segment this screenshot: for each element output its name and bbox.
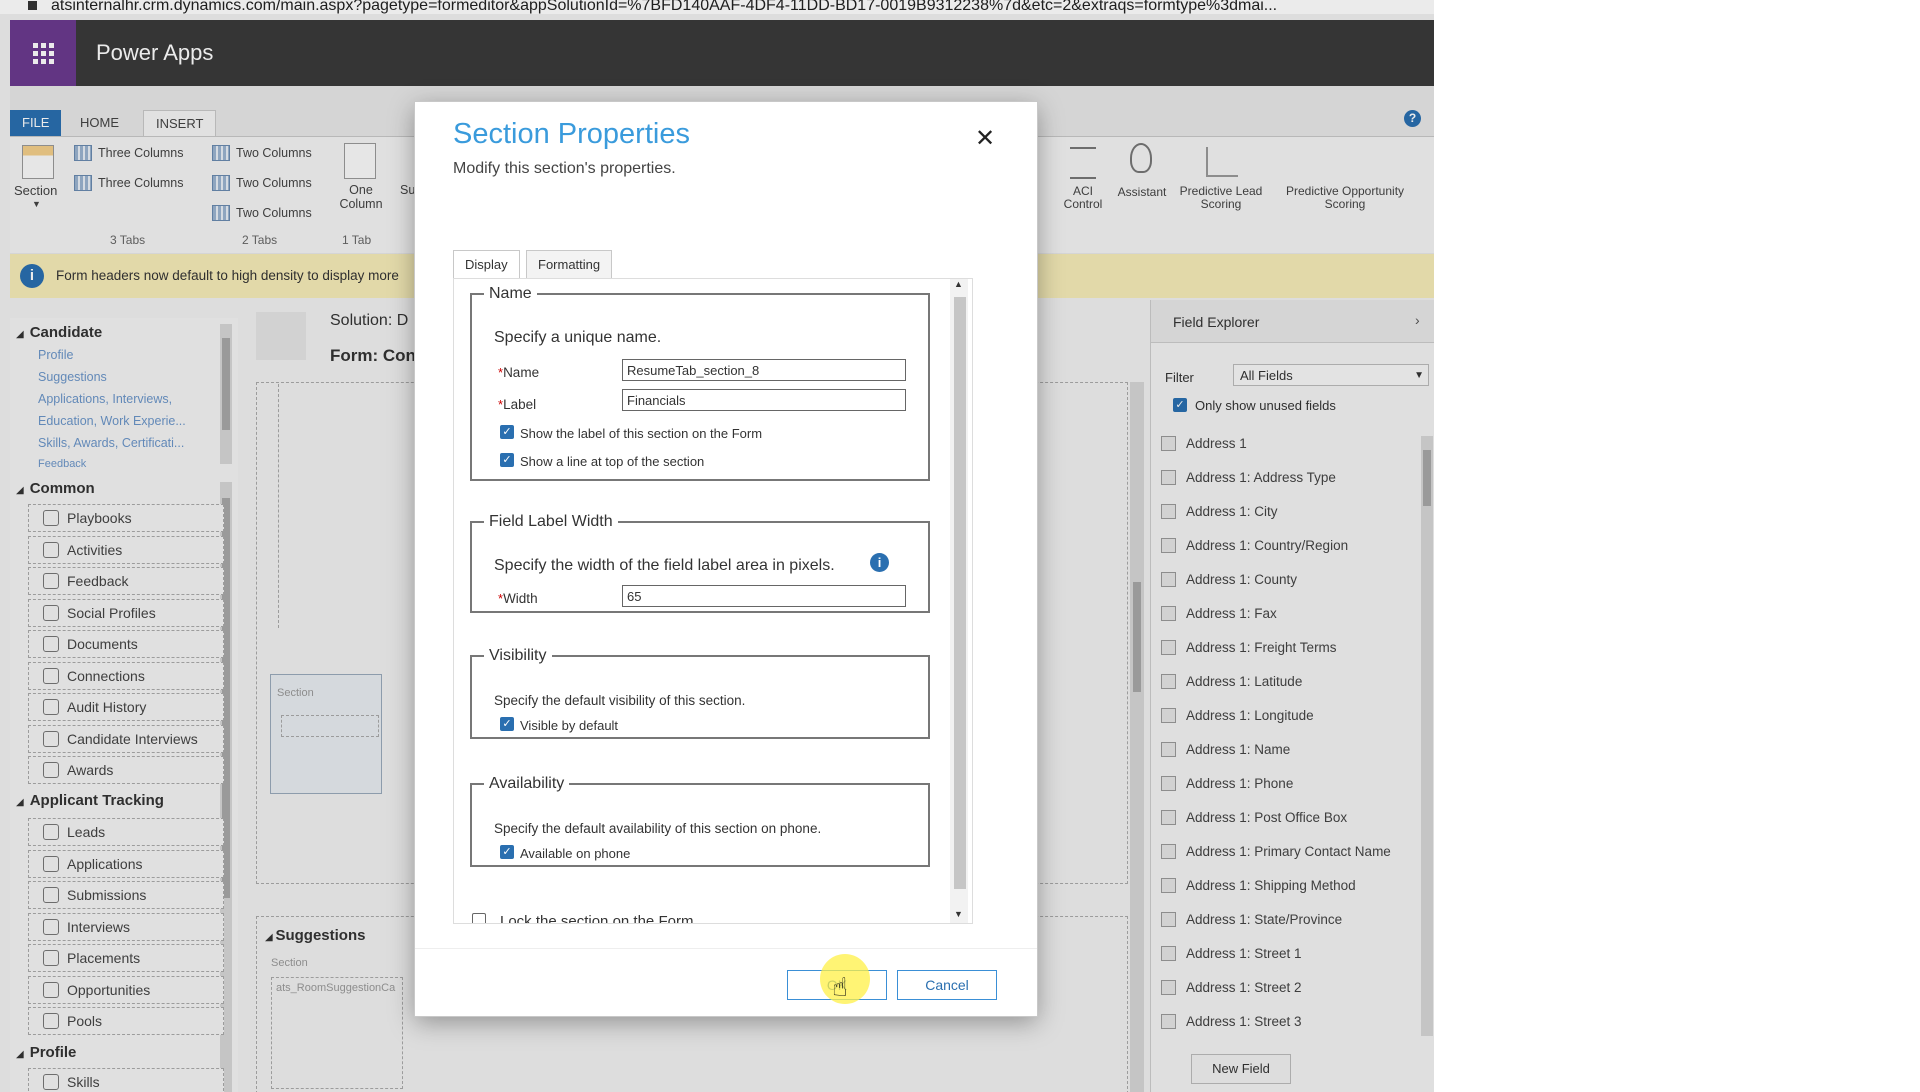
dialog-subtitle: Modify this section's properties.	[453, 160, 676, 177]
name-label-text: Name	[503, 365, 540, 380]
dialog-title: Section Properties	[453, 118, 690, 150]
visibility-group: Visibility Specify the default visibilit…	[470, 647, 930, 739]
available-on-phone-text: Available on phone	[520, 846, 631, 861]
availability-group: Availability Specify the default availab…	[470, 775, 930, 867]
show-label-checkbox[interactable]: ✓	[500, 425, 514, 439]
scrollbar-thumb[interactable]	[954, 297, 966, 889]
scroll-up-icon[interactable]: ▲	[954, 279, 963, 289]
label-label-text: Label	[503, 397, 537, 412]
visibility-group-legend: Visibility	[489, 647, 547, 664]
label-field-label: *Label	[498, 397, 536, 412]
availability-group-desc: Specify the default availability of this…	[494, 821, 822, 836]
name-input[interactable]	[622, 359, 906, 381]
info-icon[interactable]: i	[870, 553, 889, 572]
name-group: Name Specify a unique name. *Name *Label…	[470, 285, 930, 481]
tab-display[interactable]: Display	[453, 250, 520, 280]
section-properties-dialog: Section Properties Modify this section's…	[415, 102, 1037, 1016]
width-group-desc: Specify the width of the field label are…	[494, 557, 835, 574]
visibility-group-desc: Specify the default visibility of this s…	[494, 693, 746, 708]
label-input[interactable]	[622, 389, 906, 411]
hand-pointer-icon: ☝	[832, 972, 848, 1002]
lock-section-text: Lock the section on the Form	[500, 913, 694, 924]
cancel-button[interactable]: Cancel	[897, 970, 997, 1000]
available-on-phone-checkbox[interactable]: ✓	[500, 845, 514, 859]
name-group-legend: Name	[489, 285, 532, 302]
dialog-divider	[415, 948, 1037, 949]
visible-by-default-text: Visible by default	[520, 718, 619, 733]
availability-group-legend: Availability	[489, 775, 565, 792]
lock-section-checkbox[interactable]	[472, 913, 486, 923]
visible-by-default-checkbox[interactable]: ✓	[500, 717, 514, 731]
display-panel: Name Specify a unique name. *Name *Label…	[453, 278, 973, 924]
close-icon[interactable]: ✕	[975, 124, 995, 153]
show-line-text: Show a line at top of the section	[520, 454, 705, 469]
field-label-width-group: Field Label Width Specify the width of t…	[470, 513, 930, 613]
show-label-text: Show the label of this section on the Fo…	[520, 426, 763, 441]
show-line-checkbox[interactable]: ✓	[500, 453, 514, 467]
scroll-down-icon[interactable]: ▼	[954, 909, 963, 919]
width-group-legend: Field Label Width	[489, 513, 613, 530]
width-label-text: Width	[503, 591, 538, 606]
tab-formatting[interactable]: Formatting	[526, 250, 613, 280]
width-input[interactable]	[622, 585, 906, 607]
name-group-desc: Specify a unique name.	[494, 329, 662, 346]
name-field-label: *Name	[498, 365, 539, 380]
width-field-label: *Width	[498, 591, 538, 606]
